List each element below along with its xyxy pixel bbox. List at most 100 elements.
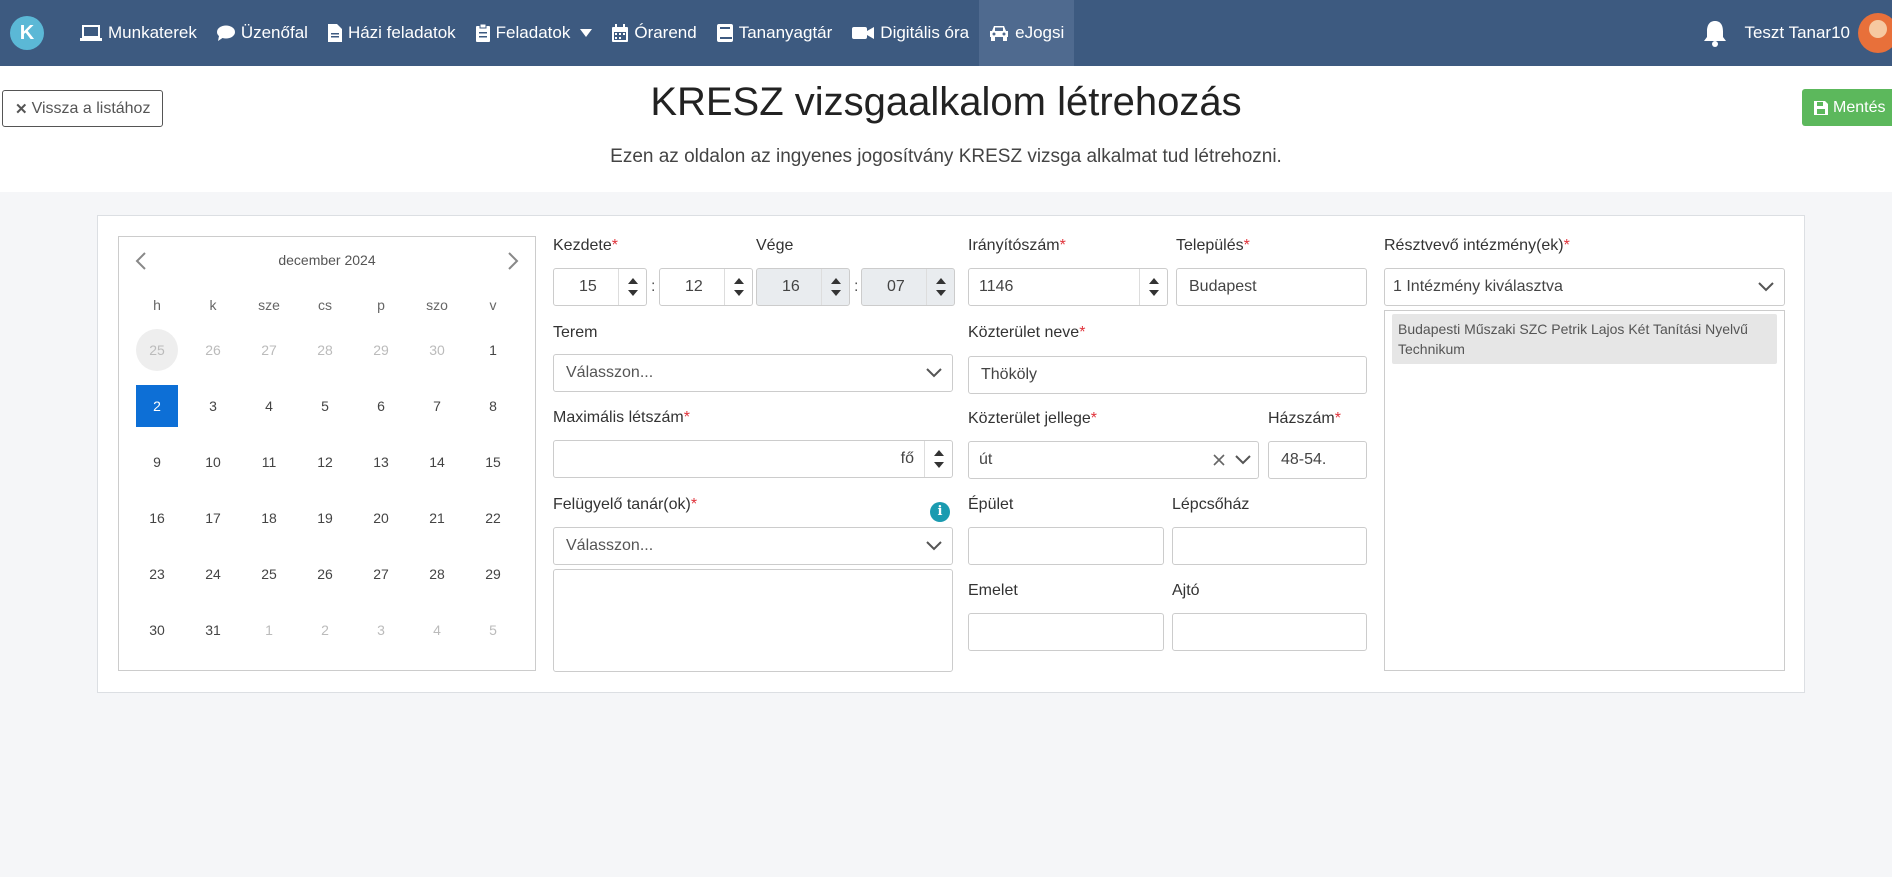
calendar-day[interactable]: 26	[192, 329, 234, 371]
nav-item-feladatok[interactable]: Feladatok	[466, 0, 603, 66]
house-number-input[interactable]: 48-54.	[1268, 441, 1367, 479]
calendar-day[interactable]: 17	[192, 497, 234, 539]
calendar-day[interactable]: 23	[136, 553, 178, 595]
max-count-input[interactable]: fő	[553, 440, 953, 478]
save-button[interactable]: Mentés	[1802, 89, 1892, 126]
building-input[interactable]	[968, 527, 1164, 565]
calendar-day[interactable]: 20	[360, 497, 402, 539]
weekday-header: szo	[426, 297, 448, 313]
calendar-day[interactable]: 2	[304, 609, 346, 651]
zip-label: Irányítószám*	[968, 237, 1066, 254]
weekday-header: k	[209, 297, 217, 313]
calendar-day[interactable]: 25	[248, 553, 290, 595]
calendar-day[interactable]: 2	[136, 385, 178, 427]
calendar-day[interactable]: 21	[416, 497, 458, 539]
spinner-arrows-icon[interactable]	[924, 441, 952, 477]
calendar-day[interactable]: 26	[304, 553, 346, 595]
calendar-day[interactable]: 30	[416, 329, 458, 371]
calendar-day[interactable]: 25	[136, 329, 178, 371]
calendar-day[interactable]: 12	[304, 441, 346, 483]
calendar-day[interactable]: 9	[136, 441, 178, 483]
spinner-arrows-icon[interactable]	[724, 269, 752, 305]
calendar-day[interactable]: 30	[136, 609, 178, 651]
nav-item-tananyagtar[interactable]: Tananyagtár	[707, 0, 843, 66]
calendar-day[interactable]: 3	[360, 609, 402, 651]
nav-item-uzenofal[interactable]: Üzenőfal	[207, 0, 318, 66]
form-panel: december 2024 h k sze cs p szo v 25 26 27 28 29 30 1 2…	[97, 215, 1805, 693]
door-input[interactable]	[1172, 613, 1367, 651]
time-separator: :	[651, 278, 656, 295]
brand-logo[interactable]: K	[10, 16, 44, 50]
calendar-day[interactable]: 6	[360, 385, 402, 427]
calendar-day[interactable]: 1	[472, 329, 514, 371]
calendar-day[interactable]: 8	[472, 385, 514, 427]
calendar-day[interactable]: 28	[304, 329, 346, 371]
calendar-day[interactable]: 5	[472, 609, 514, 651]
calendar-day[interactable]: 14	[416, 441, 458, 483]
calendar-day[interactable]: 19	[304, 497, 346, 539]
calendar-day[interactable]: 16	[136, 497, 178, 539]
calendar-day[interactable]: 24	[192, 553, 234, 595]
street-name-input[interactable]: Thököly	[968, 356, 1367, 394]
calendar-day[interactable]: 29	[360, 329, 402, 371]
institutions-select[interactable]: 1 Intézmény kiválasztva	[1384, 268, 1785, 306]
calendar-month-title[interactable]: december 2024	[119, 252, 535, 268]
start-minute-stepper[interactable]: 12	[659, 268, 753, 306]
page-header: ✕ Vissza a listához KRESZ vizsgaalkalom …	[0, 66, 1892, 192]
clear-icon[interactable]	[1210, 454, 1228, 466]
floppy-disk-icon	[1814, 100, 1828, 115]
chevron-down-icon	[1748, 282, 1784, 292]
weekday-header: p	[377, 297, 385, 313]
laptop-icon	[80, 24, 102, 42]
end-label: Vége	[756, 237, 794, 254]
calendar-day[interactable]: 29	[472, 553, 514, 595]
zip-input[interactable]: 1146	[968, 268, 1168, 306]
nav-item-ejogsi[interactable]: eJogsi	[979, 0, 1075, 66]
nav-item-munkaterek[interactable]: Munkaterek	[70, 0, 207, 66]
floor-input[interactable]	[968, 613, 1164, 651]
stairway-input[interactable]	[1172, 527, 1367, 565]
calendar-day[interactable]: 13	[360, 441, 402, 483]
nav-item-digitalis-ora[interactable]: Digitális óra	[842, 0, 979, 66]
calendar-day[interactable]: 11	[248, 441, 290, 483]
spinner-arrows-icon[interactable]	[1139, 269, 1167, 305]
calendar-day[interactable]: 3	[192, 385, 234, 427]
calendar-day[interactable]: 7	[416, 385, 458, 427]
book-icon	[716, 24, 733, 42]
calendar-day[interactable]: 10	[192, 441, 234, 483]
street-type-select[interactable]: út	[968, 441, 1259, 479]
avatar[interactable]	[1858, 13, 1892, 53]
supervisor-list-box[interactable]	[553, 569, 953, 672]
calendar-day[interactable]: 4	[416, 609, 458, 651]
nav-item-label: Házi feladatok	[347, 23, 456, 42]
street-name-label: Közterület neve*	[968, 324, 1086, 341]
calendar-day[interactable]: 27	[360, 553, 402, 595]
start-label: Kezdete*	[553, 237, 618, 254]
list-item[interactable]: Budapesti Műszaki SZC Petrik Lajos Két T…	[1392, 314, 1777, 364]
bell-icon[interactable]	[1702, 19, 1728, 47]
calendar-day[interactable]: 1	[248, 609, 290, 651]
city-input[interactable]: Budapest	[1176, 268, 1367, 306]
calendar-day[interactable]: 4	[248, 385, 290, 427]
nav-item-hazi-feladatok[interactable]: Házi feladatok	[318, 0, 466, 66]
calendar-day[interactable]: 31	[192, 609, 234, 651]
spinner-arrows-icon[interactable]	[618, 269, 646, 305]
page-subtitle: Ezen az oldalon az ingyenes jogosítvány …	[610, 146, 1282, 167]
chevron-right-icon[interactable]	[507, 251, 519, 276]
info-icon[interactable]: i	[930, 502, 950, 522]
calendar-day[interactable]: 18	[248, 497, 290, 539]
supervisor-select[interactable]: Válasszon...	[553, 527, 953, 565]
city-value: Budapest	[1189, 278, 1257, 295]
room-select[interactable]: Válasszon...	[553, 354, 953, 392]
start-hour-stepper[interactable]: 15	[553, 268, 647, 306]
nav-item-orarend[interactable]: Órarend	[602, 0, 706, 66]
max-count-label: Maximális létszám*	[553, 409, 690, 426]
calendar-day[interactable]: 15	[472, 441, 514, 483]
calendar-day[interactable]: 22	[472, 497, 514, 539]
time-separator: :	[854, 278, 859, 295]
calendar-day[interactable]: 28	[416, 553, 458, 595]
calendar-day[interactable]: 5	[304, 385, 346, 427]
user-name[interactable]: Teszt Tanar10	[1744, 23, 1850, 43]
street-type-label: Közterület jellege*	[968, 410, 1097, 427]
calendar-day[interactable]: 27	[248, 329, 290, 371]
